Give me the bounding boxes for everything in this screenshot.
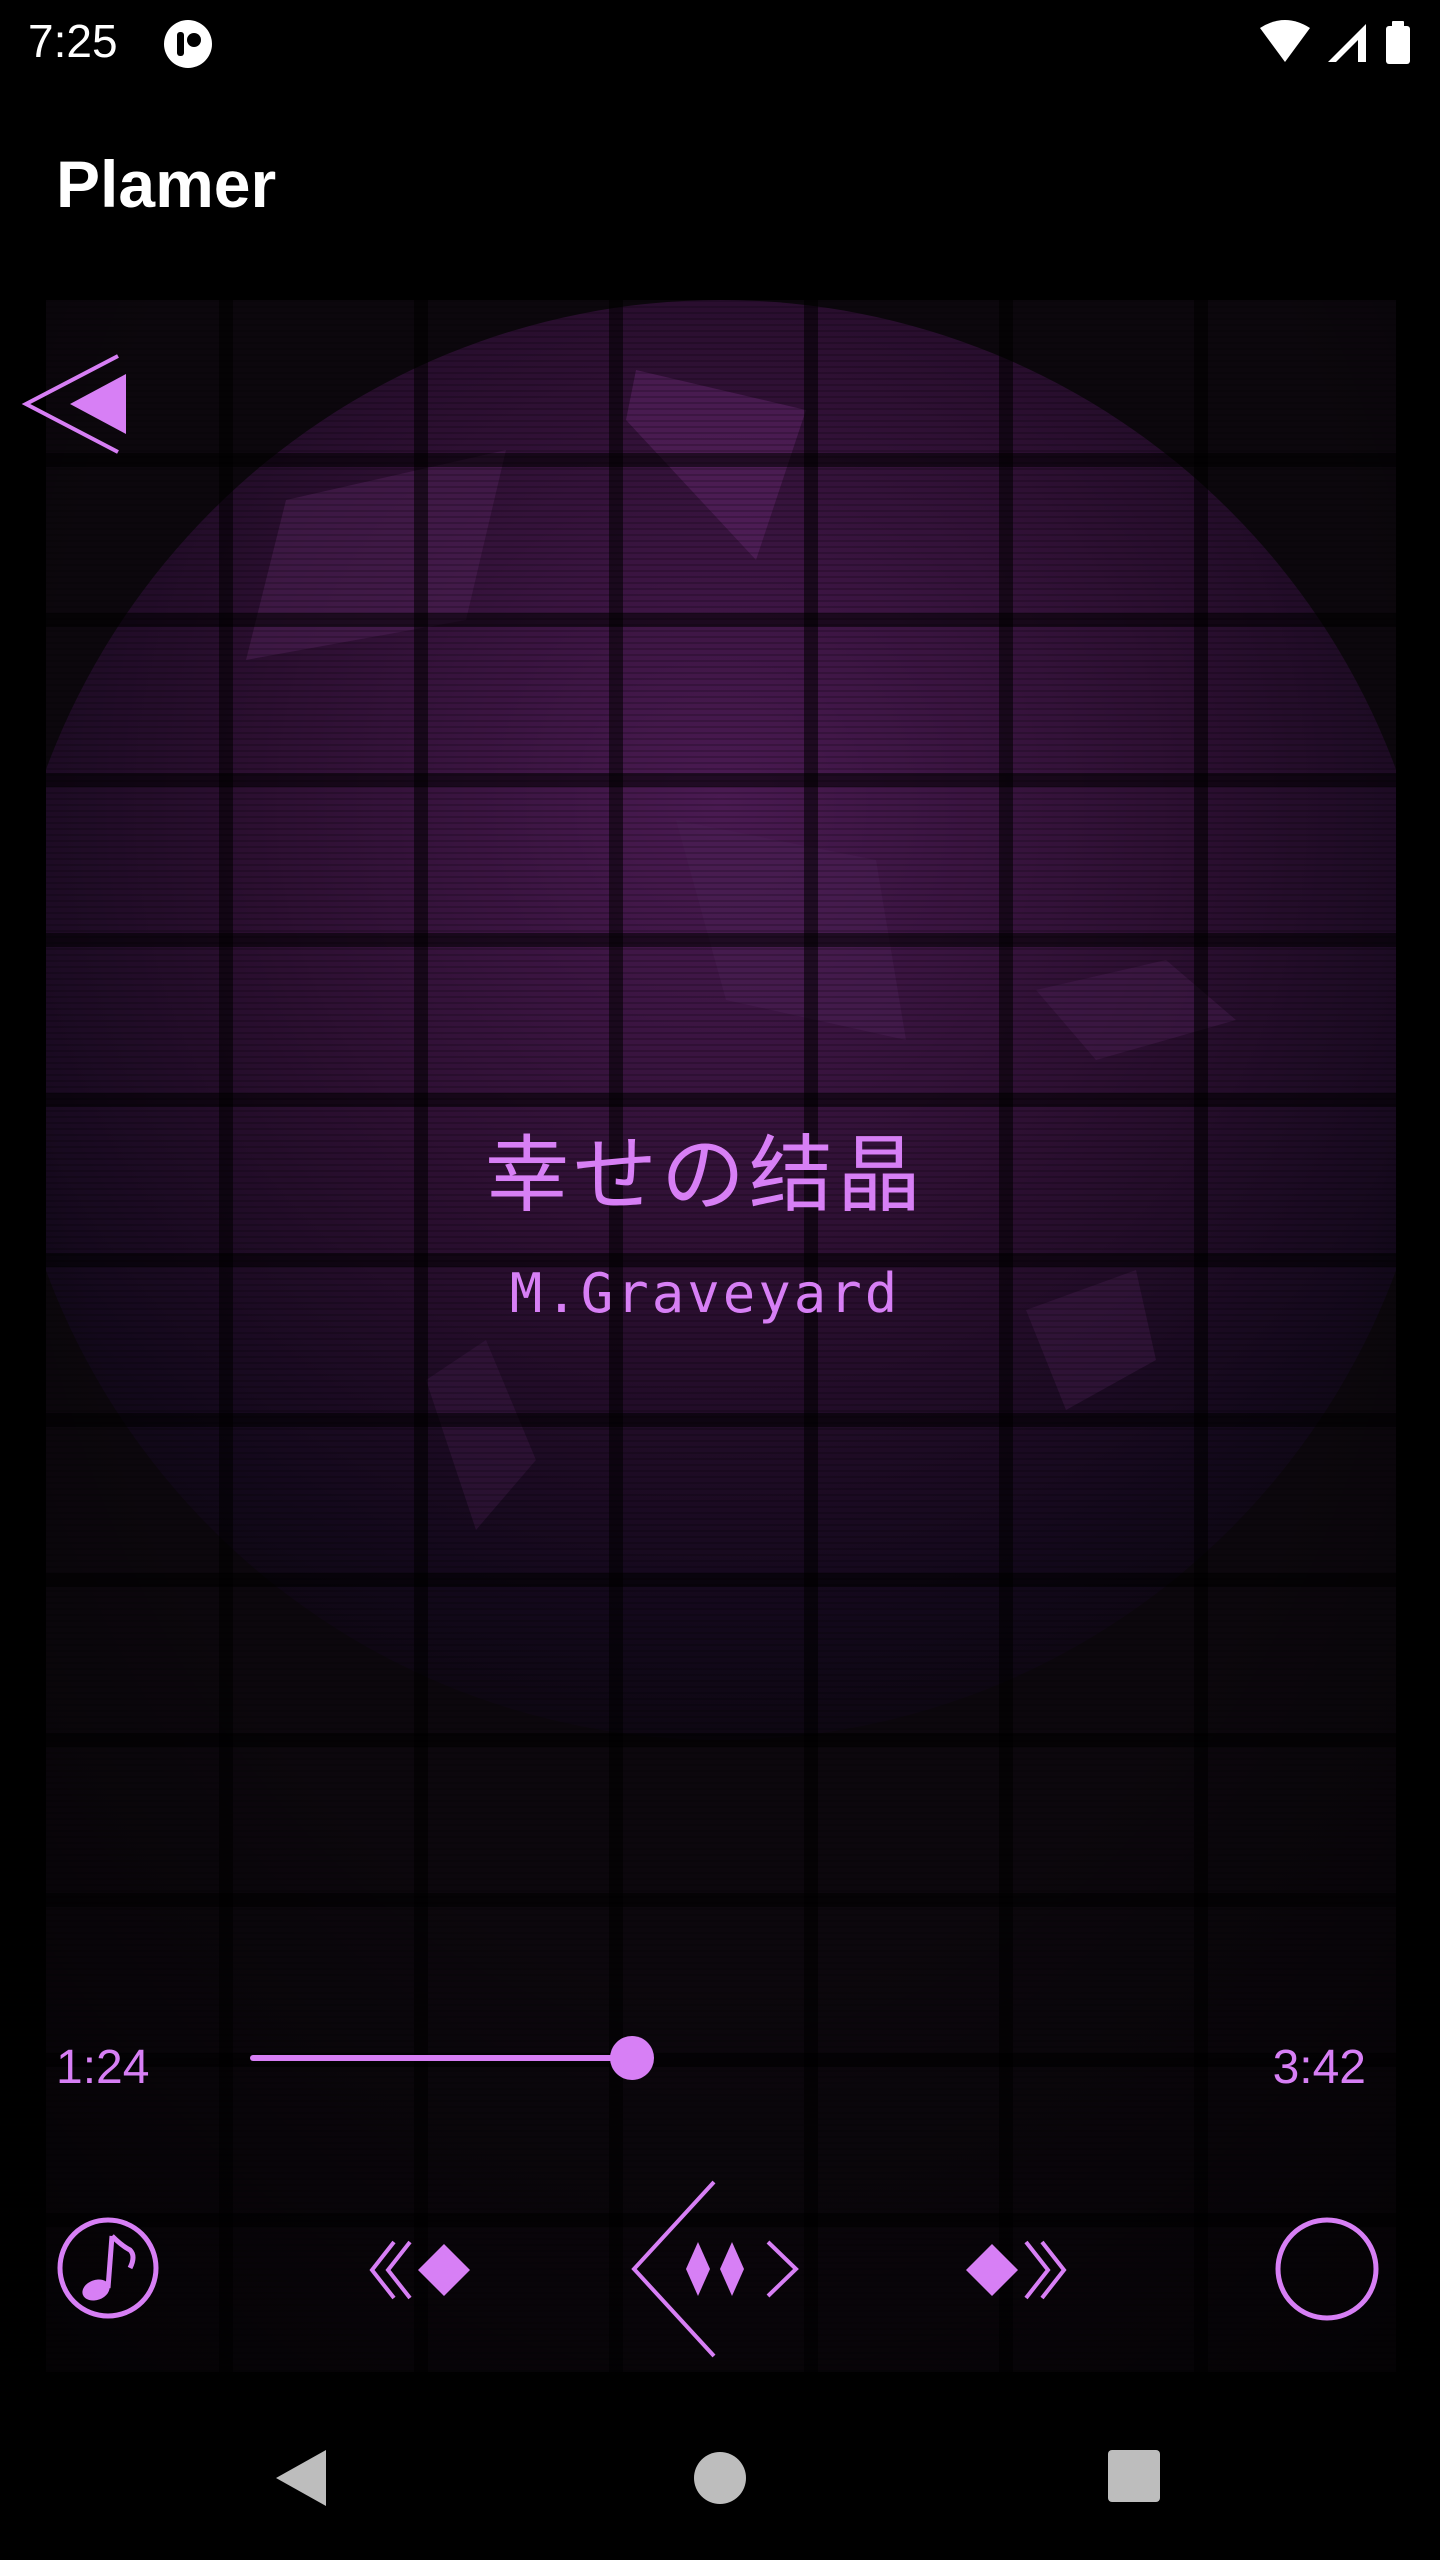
time-current: 1:24 [56,2041,150,2094]
notification-app-icon [164,20,212,68]
player-stage [46,300,1396,2372]
wifi-icon [1260,20,1310,62]
nav-home-icon[interactable] [694,2452,746,2504]
diamond-pause-icon[interactable] [628,2180,808,2358]
song-artist: M.Graveyard [509,1262,901,1325]
seek-thumb[interactable] [609,2036,654,2080]
time-total: 3:42 [1272,2041,1366,2094]
app-title: Plamer [56,147,277,221]
nav-back-icon[interactable] [272,2448,332,2508]
status-indicators [1260,20,1410,64]
battery-icon [1386,26,1410,64]
nav-recents-icon[interactable] [1108,2450,1160,2502]
seek-bar[interactable] [250,2036,1260,2080]
music-note-icon[interactable] [56,2216,160,2320]
circle-mode-icon[interactable] [1274,2216,1380,2322]
stage-background-art [46,300,1396,2372]
back-triangle-icon[interactable] [20,352,130,457]
status-bar: 7:25 [0,0,1440,84]
status-time: 7:25 [28,15,118,67]
app-bar: Plamer [0,84,1440,284]
diamond-previous-icon[interactable] [368,2220,480,2320]
system-nav-bar [0,2380,1440,2560]
song-title: 幸せの结晶 [484,1126,925,1224]
diamond-next-icon[interactable] [956,2220,1068,2320]
seek-progress [250,2055,632,2061]
